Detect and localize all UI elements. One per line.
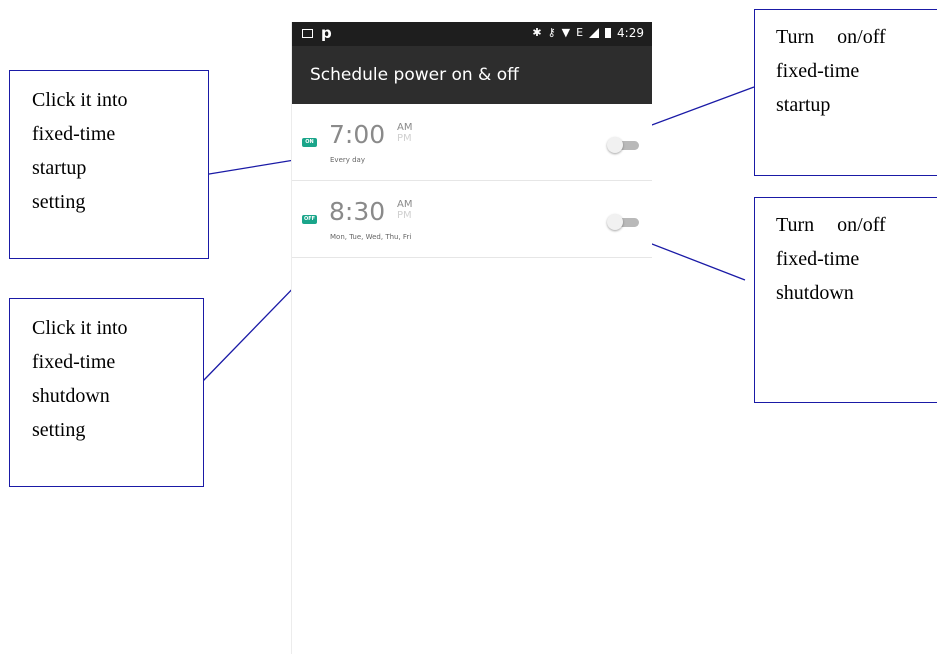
- pm-label: PM: [397, 210, 412, 221]
- callout-line: startup: [776, 94, 831, 116]
- am-label: AM: [397, 199, 413, 210]
- callout-line: setting: [32, 191, 86, 213]
- network-type-label: E: [576, 26, 584, 39]
- callout-line: shutdown: [776, 282, 854, 304]
- phone-screen: p ✱ ⚷ ▼ E 4:29 Schedule power on & off O…: [291, 22, 652, 654]
- image-notification-icon: [302, 28, 313, 38]
- callout-line: fixed-time: [32, 123, 116, 145]
- callout-line: fixed-time: [776, 60, 860, 82]
- callout-startup-setting: Click it into fixed-time startup setting: [9, 70, 209, 259]
- key-icon: ⚷: [547, 26, 556, 39]
- callout-line: shutdown: [32, 385, 110, 407]
- callout-shutdown-setting: Click it into fixed-time shutdown settin…: [9, 298, 204, 487]
- toggle-thumb: [607, 214, 623, 230]
- schedule-time: 7:00: [329, 120, 386, 149]
- signal-icon: [589, 28, 600, 38]
- callout-line: Turn on/off: [776, 214, 886, 236]
- am-pm-indicator: AM PM: [397, 122, 412, 144]
- repeat-days: Mon, Tue, Wed, Thu, Fri: [330, 233, 412, 241]
- callout-line: fixed-time: [32, 351, 116, 373]
- startup-toggle-switch[interactable]: [605, 137, 641, 153]
- pm-label: PM: [397, 133, 412, 144]
- status-bar: p ✱ ⚷ ▼ E 4:29: [292, 22, 652, 46]
- schedule-row-startup[interactable]: ON 7:00 AM PM Every day: [292, 104, 652, 181]
- toggle-thumb: [607, 137, 623, 153]
- wifi-icon: ▼: [561, 26, 571, 39]
- am-pm-indicator: AM PM: [397, 199, 412, 221]
- repeat-days: Every day: [330, 156, 365, 164]
- callout-line: setting: [32, 419, 86, 441]
- am-label: AM: [397, 122, 413, 133]
- page-title: Schedule power on & off: [310, 65, 519, 85]
- battery-icon: [605, 28, 612, 38]
- off-badge: OFF: [302, 215, 317, 224]
- callout-line: startup: [32, 157, 87, 179]
- app-bar: Schedule power on & off: [292, 46, 652, 104]
- callout-line: Turn on/off: [776, 26, 886, 48]
- on-badge: ON: [302, 138, 317, 147]
- status-time: 4:29: [617, 26, 644, 40]
- callout-line: Click it into: [32, 89, 128, 111]
- p-notification-icon: p: [321, 24, 332, 42]
- shutdown-toggle-switch[interactable]: [605, 214, 641, 230]
- callout-line: fixed-time: [776, 248, 860, 270]
- callout-line: Click it into: [32, 317, 128, 339]
- bluetooth-icon: ✱: [532, 26, 542, 39]
- schedule-time: 8:30: [329, 197, 386, 226]
- schedule-row-shutdown[interactable]: OFF 8:30 AM PM Mon, Tue, Wed, Thu, Fri: [292, 181, 652, 258]
- callout-toggle-shutdown: Turn on/off fixed-time shutdown: [754, 197, 937, 403]
- callout-toggle-startup: Turn on/off fixed-time startup: [754, 9, 937, 176]
